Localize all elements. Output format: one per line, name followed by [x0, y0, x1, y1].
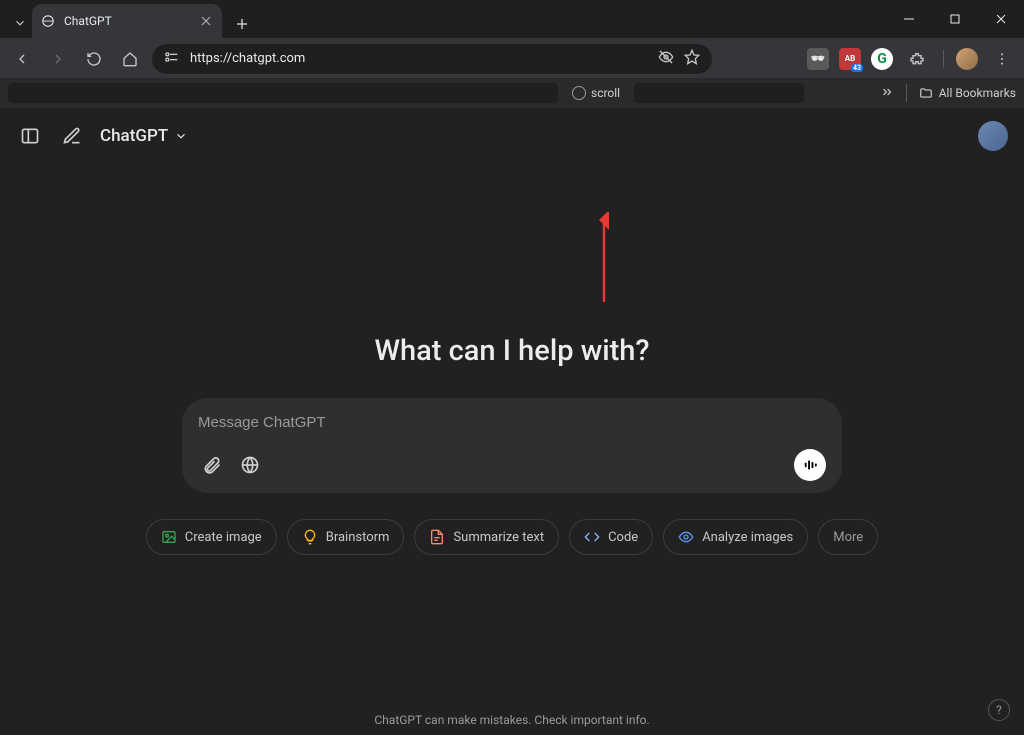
url-text: https://chatgpt.com — [190, 51, 648, 66]
bookmark-placeholder — [8, 83, 558, 103]
chip-label: Analyze images — [702, 530, 793, 545]
nav-home-button[interactable] — [116, 45, 144, 73]
extension-2-icon[interactable]: AB43 — [839, 48, 861, 70]
site-settings-icon[interactable] — [164, 49, 180, 69]
new-tab-button[interactable] — [228, 10, 256, 38]
browser-tab[interactable]: ChatGPT — [32, 4, 222, 38]
bookmark-label: scroll — [591, 86, 620, 100]
extension-1-icon[interactable]: 🕶 — [807, 48, 829, 70]
extensions-puzzle-icon[interactable] — [903, 45, 931, 73]
tab-title: ChatGPT — [64, 14, 190, 28]
profile-avatar[interactable] — [956, 48, 978, 70]
nav-reload-button[interactable] — [80, 45, 108, 73]
bookmark-placeholder-2 — [634, 83, 804, 103]
window-maximize-button[interactable] — [932, 0, 978, 38]
chevron-down-icon — [174, 129, 188, 143]
annotation-arrow-icon — [592, 212, 616, 308]
tab-close-button[interactable] — [198, 13, 214, 29]
browser-menu-button[interactable] — [988, 45, 1016, 73]
message-composer[interactable] — [182, 398, 842, 493]
eye-icon — [678, 529, 694, 545]
all-bookmarks-button[interactable]: All Bookmarks — [919, 86, 1016, 100]
chip-more[interactable]: More — [818, 519, 878, 555]
help-button[interactable]: ? — [988, 699, 1010, 721]
chip-label: Brainstorm — [326, 530, 390, 545]
window-minimize-button[interactable] — [886, 0, 932, 38]
chip-label: More — [833, 530, 863, 545]
globe-icon — [572, 86, 586, 100]
document-icon — [429, 529, 445, 545]
bookmark-star-icon[interactable] — [684, 49, 700, 69]
web-search-button[interactable] — [236, 451, 264, 479]
address-bar[interactable]: https://chatgpt.com — [152, 44, 712, 74]
chatgpt-favicon-icon — [40, 13, 56, 29]
nav-back-button[interactable] — [8, 45, 36, 73]
code-icon — [584, 529, 600, 545]
hero-heading: What can I help with? — [374, 334, 649, 368]
attach-button[interactable] — [198, 451, 226, 479]
model-name: ChatGPT — [100, 126, 168, 146]
new-chat-button[interactable] — [58, 122, 86, 150]
chip-label: Code — [608, 530, 638, 545]
eye-off-icon[interactable] — [658, 49, 674, 69]
grammarly-extension-icon[interactable]: G — [871, 48, 893, 70]
chip-label: Create image — [185, 530, 262, 545]
window-close-button[interactable] — [978, 0, 1024, 38]
folder-icon — [919, 86, 933, 100]
bookmarks-overflow-icon[interactable] — [880, 85, 894, 102]
chip-label: Summarize text — [453, 530, 544, 545]
tab-search-dropdown[interactable] — [8, 8, 32, 38]
nav-forward-button[interactable] — [44, 45, 72, 73]
voice-input-button[interactable] — [794, 449, 826, 481]
chip-analyze-images[interactable]: Analyze images — [663, 519, 808, 555]
bookmark-scroll[interactable]: scroll — [566, 84, 626, 102]
chip-create-image[interactable]: Create image — [146, 519, 277, 555]
image-icon — [161, 529, 177, 545]
chip-brainstorm[interactable]: Brainstorm — [287, 519, 405, 555]
user-avatar[interactable] — [978, 121, 1008, 151]
lightbulb-icon — [302, 529, 318, 545]
separator — [943, 50, 944, 68]
footer-disclaimer: ChatGPT can make mistakes. Check importa… — [0, 713, 1024, 727]
message-input[interactable] — [198, 414, 826, 431]
sidebar-toggle-button[interactable] — [16, 122, 44, 150]
chip-summarize[interactable]: Summarize text — [414, 519, 559, 555]
model-selector[interactable]: ChatGPT — [100, 126, 188, 146]
separator — [906, 84, 907, 102]
chip-code[interactable]: Code — [569, 519, 653, 555]
